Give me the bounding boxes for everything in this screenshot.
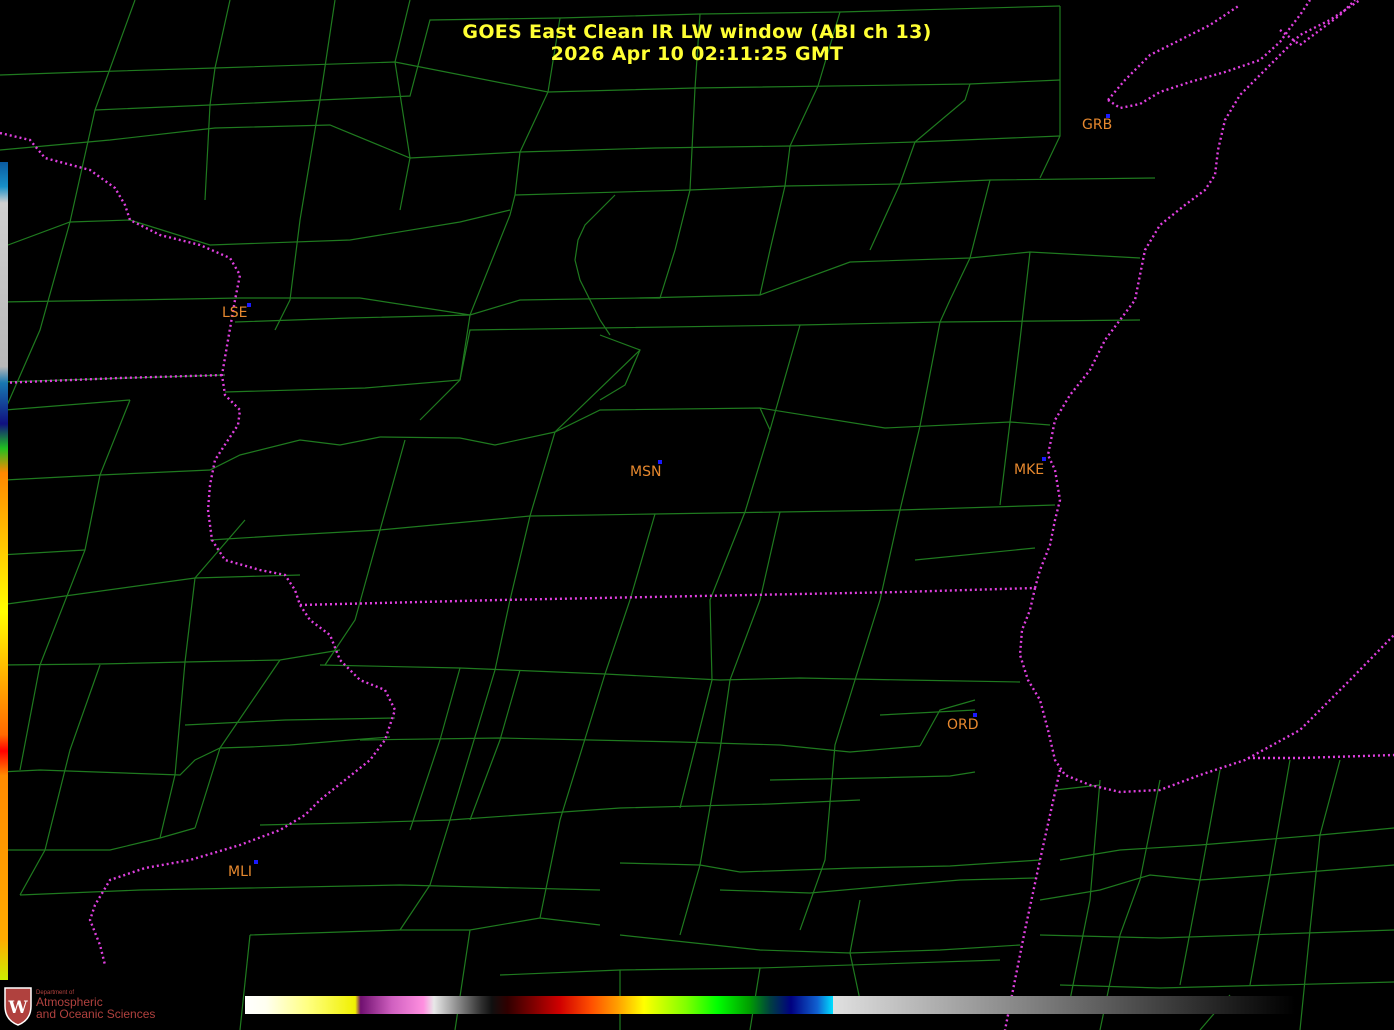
station-marker-mke [1042, 457, 1046, 461]
aos-logo: W Department of Atmospheric and Oceanic … [2, 984, 162, 1026]
image-title: GOES East Clean IR LW window (ABI ch 13) [462, 21, 932, 43]
station-label-grb: GRB [1082, 117, 1113, 133]
satellite-map [0, 0, 1394, 1030]
logo-line2: and Oceanic Sciences [36, 1007, 156, 1021]
svg-text:W: W [7, 998, 28, 1018]
station-label-ord: ORD [947, 717, 979, 733]
station-label-lse: LSE [222, 305, 248, 321]
left-color-strip [0, 162, 8, 980]
station-marker-lse [247, 303, 251, 307]
station-marker-mli [254, 860, 258, 864]
station-label-mli: MLI [228, 864, 253, 880]
station-label-mke: MKE [1014, 462, 1045, 478]
temperature-colorbar [245, 996, 1295, 1014]
image-timestamp: 2026 Apr 10 02:11:25 GMT [550, 43, 844, 65]
station-label-msn: MSN [630, 464, 662, 480]
uw-crest-icon: W [4, 987, 32, 1026]
